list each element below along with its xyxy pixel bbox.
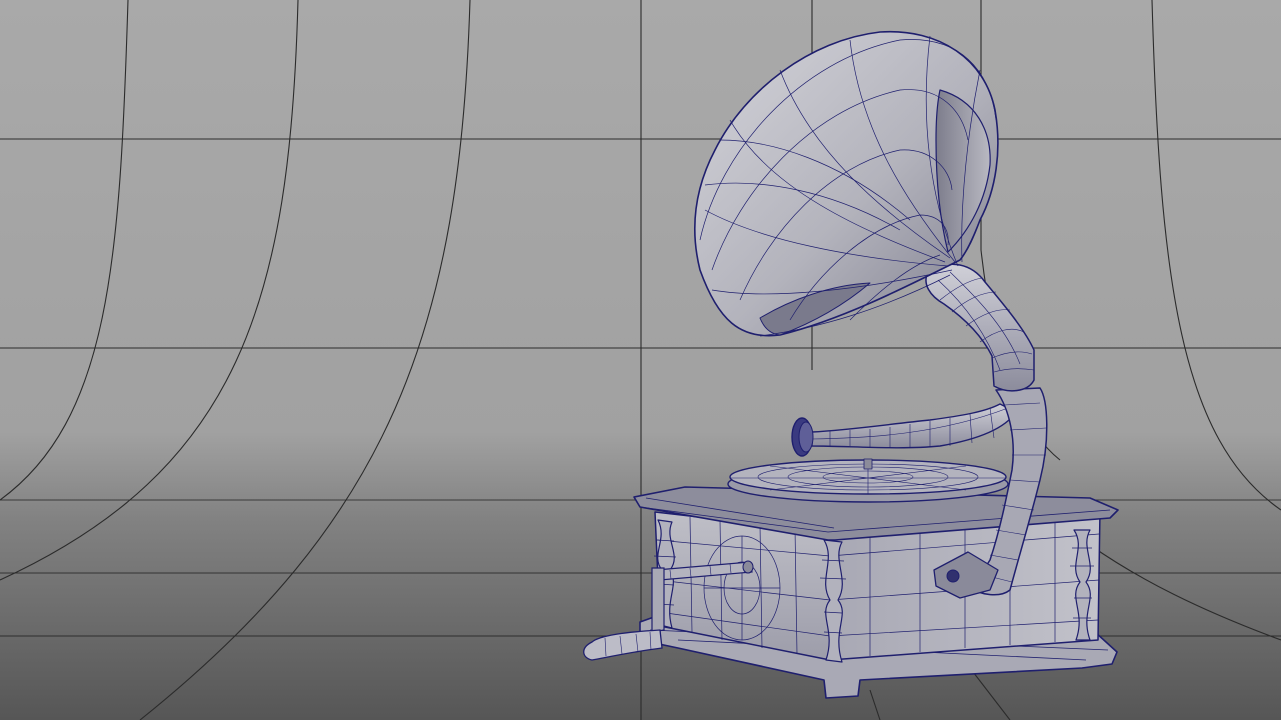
viewport-canvas[interactable] bbox=[0, 0, 1281, 720]
spindle bbox=[863, 458, 873, 470]
3d-viewport[interactable] bbox=[0, 0, 1281, 720]
